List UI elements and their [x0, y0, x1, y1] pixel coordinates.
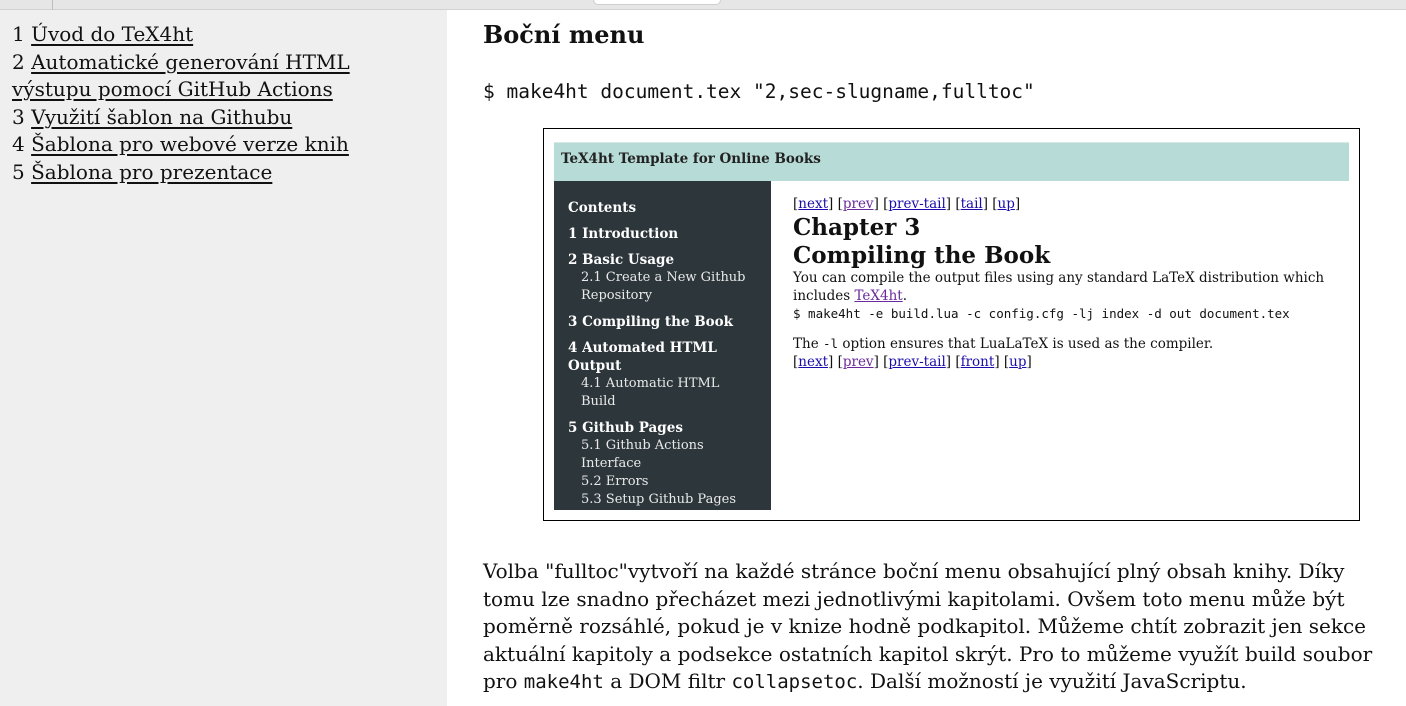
chapter-option-note: The -l option ensures that LuaLaTeX is u… [793, 336, 1214, 352]
command-line: $ make4ht document.tex "2,sec-slugname,f… [483, 80, 1035, 103]
body-paragraph: Volba "fulltoc"vytvoří na každé stránce … [483, 559, 1373, 693]
sidebar-link-github-actions[interactable]: Automatické generování HTML výstupu pomo… [12, 50, 350, 102]
code-make4ht: make4ht [523, 671, 604, 693]
code-collapsetoc: collapsetoc [731, 671, 858, 693]
chapter-nav-bottom: [next] [prev] [prev-tail] [front] [up] [793, 354, 1032, 370]
toc-chapter: 4 Automated HTML Output [568, 340, 717, 374]
sidebar-item-github-actions: 2 Automatické generování HTML výstupu po… [12, 49, 350, 102]
nav-front-link: front [960, 354, 995, 370]
toc-chapter: 1 Introduction [568, 226, 679, 242]
toc-chapter: 2 Basic Usage [568, 252, 675, 268]
sidebar-toc: 1 Úvod do TeX4ht 2 Automatické generován… [0, 10, 447, 706]
screenshot-header-title: TeX4ht Template for Online Books [554, 142, 1349, 181]
chapter-command: $ make4ht -e build.lua -c config.cfg -lj… [793, 306, 1290, 321]
chapter-number: Chapter 3 [793, 214, 921, 241]
toc-subsection: 5.3 Setup Github Pages [581, 492, 737, 507]
toc-title: Contents [568, 200, 637, 216]
nav-next-link: next [798, 196, 829, 212]
toc-subsection: 5.2 Errors [581, 474, 649, 489]
main-content: Boční menu $ make4ht document.tex "2,sec… [483, 10, 1373, 693]
toolbar-separator [52, 0, 53, 10]
screenshot-toc-panel: Contents 1 Introduction 2 Basic Usage 2.… [554, 181, 771, 510]
nav-next-link: next [798, 354, 829, 370]
sidebar-item-sablony: 3 Využití šablon na Githubu [12, 104, 293, 129]
option-code: -l [822, 336, 839, 351]
sidebar-link-webove-knihy[interactable]: Šablona pro webové verze knih [31, 132, 349, 156]
tex4ht-link: TeX4ht [854, 288, 903, 304]
sidebar-item-uvod: 1 Úvod do TeX4ht [12, 22, 194, 46]
chapter-title: Compiling the Book [793, 242, 1051, 269]
toc-chapter: 5 Github Pages [568, 420, 683, 436]
nav-prev-link: prev [842, 354, 874, 370]
nav-prev-link: prev [842, 196, 874, 212]
nav-up-link: up [1009, 354, 1027, 370]
sidebar-item-prezentace: 5 Šablona pro prezentace [12, 159, 273, 184]
toc-subsection: 5.1 Github Actions Interface [581, 438, 704, 471]
nav-up-link: up [997, 196, 1015, 212]
nav-tail-link: tail [960, 196, 983, 212]
screenshot-chapter-content: [next] [prev] [prev-tail] [tail] [up] Ch… [793, 195, 1353, 371]
toc-subsection: 2.1 Create a New Github Repository [581, 270, 746, 303]
sidebar-link-uvod[interactable]: Úvod do TeX4ht [31, 22, 193, 46]
toc-chapter: 3 Compiling the Book [568, 314, 734, 330]
toc-subsection: 4.1 Automatic HTML Build [581, 376, 720, 409]
browser-tab[interactable] [593, 0, 721, 5]
chapter-intro: You can compile the output files using a… [793, 270, 1325, 304]
section-heading: Boční menu [483, 20, 645, 49]
example-screenshot: TeX4ht Template for Online Books Content… [543, 128, 1360, 521]
chapter-nav-top: [next] [prev] [prev-tail] [tail] [up] [793, 196, 1021, 212]
sidebar-link-sablony[interactable]: Využití šablon na Githubu [31, 105, 292, 129]
nav-prev-tail-link: prev-tail [888, 354, 946, 370]
sidebar-link-prezentace[interactable]: Šablona pro prezentace [31, 160, 272, 184]
sidebar-item-webove-knihy: 4 Šablona pro webové verze knih [12, 132, 349, 156]
nav-prev-tail-link: prev-tail [888, 196, 946, 212]
browser-top-strip [0, 0, 1406, 10]
